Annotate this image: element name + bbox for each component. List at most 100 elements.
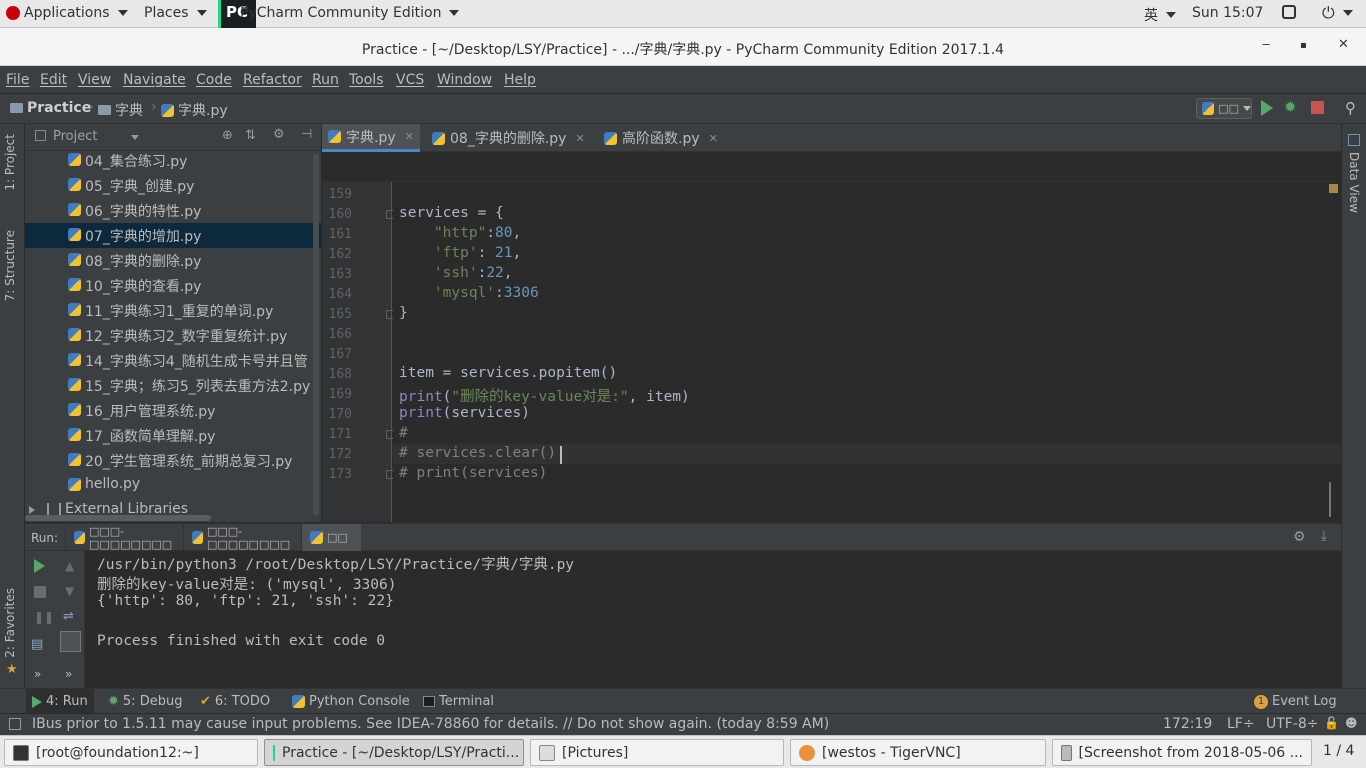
tree-file-item[interactable]: 12_字典练习2_数字重复统计.py [25, 323, 321, 348]
code-editor[interactable]: services = { "http":80, 'ftp': 21, 'ssh'… [393, 182, 1341, 522]
close-tab-icon[interactable]: ✕ [709, 132, 718, 145]
breadcrumb-folder[interactable]: 字典 [98, 100, 143, 120]
tree-file-item-selected[interactable]: 07_字典的增加.py [25, 223, 321, 248]
applications-menu[interactable]: Applications [6, 5, 128, 21]
rerun-icon[interactable] [34, 559, 45, 573]
horizontal-scrollbar[interactable] [25, 515, 211, 521]
tree-file-item[interactable]: 17_函数简单理解.py [25, 423, 321, 448]
editor-tab-active[interactable]: 字典.py ✕ [322, 124, 420, 152]
debug-icon[interactable]: ✹ [1284, 98, 1297, 116]
minimize-button[interactable]: ‒ [1262, 37, 1270, 52]
taskbar-item-pictures[interactable]: [Pictures] [530, 739, 784, 766]
menu-file[interactable]: File [6, 72, 29, 88]
inspector-icon[interactable]: ☻ [1345, 716, 1358, 730]
locate-icon[interactable]: ⊕ [222, 128, 233, 143]
menu-navigate[interactable]: Navigate [123, 72, 186, 88]
run-tab[interactable]: □□□-□□□□□□□□ [65, 524, 189, 551]
layout-icon[interactable]: ▤ [31, 637, 43, 652]
tree-file-item[interactable]: 15_字典；练习5_列表去重方法2.py [25, 373, 321, 398]
menu-vcs[interactable]: VCS [396, 72, 424, 88]
maximize-button[interactable]: ▪ [1300, 40, 1307, 51]
stop-icon[interactable] [34, 586, 46, 598]
print-icon[interactable] [60, 631, 81, 652]
run-icon[interactable] [1261, 100, 1273, 116]
chevron-down-icon[interactable] [131, 135, 139, 140]
hide-panel-icon[interactable]: ⤓ [1321, 529, 1327, 544]
tree-file-item[interactable]: 20_学生管理系统_前期总复习.py [25, 448, 321, 473]
editor-scrollbar[interactable] [1329, 482, 1339, 517]
menu-run[interactable]: Run [312, 72, 339, 88]
run-tool-tab[interactable]: 4: Run [26, 689, 94, 714]
project-panel-title[interactable]: Project [53, 129, 97, 144]
input-method-indicator[interactable]: 英 [1144, 5, 1176, 25]
tree-file-item[interactable]: 05_字典_创建.py [25, 173, 321, 198]
more-icon[interactable]: » [65, 667, 72, 681]
close-tab-icon[interactable]: ✕ [575, 132, 584, 145]
todo-tool-tab[interactable]: ✔ 6: TODO [200, 694, 270, 709]
tree-file-item[interactable]: 10_字典的查看.py [25, 273, 321, 298]
python-console-tool-tab[interactable]: Python Console [292, 694, 410, 709]
tree-file-item[interactable]: 04_集合练习.py [25, 148, 321, 173]
tree-file-item[interactable]: 16_用户管理系统.py [25, 398, 321, 423]
places-menu[interactable]: Places [144, 5, 207, 21]
favorites-tool-tab[interactable]: 2: Favorites [3, 588, 17, 658]
tree-file-item[interactable]: 08_字典的删除.py [25, 248, 321, 273]
taskbar-item-terminal[interactable]: [root@foundation12:~] [4, 739, 258, 766]
up-arrow-icon[interactable]: ▲ [65, 559, 74, 573]
stop-icon[interactable] [1311, 101, 1324, 114]
menu-code[interactable]: Code [196, 72, 232, 88]
menu-edit[interactable]: Edit [40, 72, 67, 88]
line-separator[interactable]: LF÷ [1227, 716, 1255, 732]
more-icon[interactable]: » [34, 667, 41, 681]
soft-wrap-icon[interactable]: ⇌ [63, 609, 74, 624]
structure-tool-tab[interactable]: 7: Structure [3, 230, 17, 301]
data-view-tool-tab[interactable]: Data View [1347, 152, 1361, 213]
file-encoding[interactable]: UTF-8÷ [1266, 716, 1319, 732]
event-log-tool-tab[interactable]: 1 Event Log [1254, 694, 1337, 709]
search-icon[interactable]: ⚲ [1345, 99, 1356, 117]
terminal-tool-tab[interactable]: Terminal [423, 694, 494, 709]
inspection-marker-icon[interactable] [1329, 184, 1338, 193]
breadcrumb-file[interactable]: 字典.py [161, 100, 228, 120]
collapse-icon[interactable]: ⇅ [245, 128, 256, 143]
close-tab-icon[interactable]: ✕ [405, 130, 414, 143]
menu-window[interactable]: Window [437, 72, 492, 88]
active-app-menu[interactable]: PyCharm Community Edition [240, 5, 460, 21]
close-button[interactable]: ✕ [1338, 37, 1349, 52]
status-message[interactable]: IBus prior to 1.5.11 may cause input pro… [32, 716, 829, 732]
tree-file-item[interactable]: hello.py [25, 473, 321, 498]
toggle-tool-windows-icon[interactable] [9, 718, 21, 730]
pause-icon[interactable]: ❚❚ [34, 610, 54, 624]
tree-file-item[interactable]: 14_字典练习4_随机生成卡号并且管 [25, 348, 321, 373]
tree-file-item[interactable]: 11_字典练习1_重复的单词.py [25, 298, 321, 323]
editor-tab[interactable]: 高阶函数.py ✕ [598, 124, 724, 152]
window-title-bar[interactable]: Practice - [~/Desktop/LSY/Practice] - ..… [0, 28, 1366, 66]
tree-file-item[interactable]: 06_字典的特性.py [25, 198, 321, 223]
project-tool-tab[interactable]: 1: Project [3, 134, 17, 191]
menu-refactor[interactable]: Refactor [243, 72, 302, 88]
caret-position[interactable]: 172:19 [1163, 716, 1212, 732]
gear-icon[interactable]: ⚙ [1293, 529, 1306, 545]
down-arrow-icon[interactable]: ▼ [65, 584, 74, 598]
gear-icon[interactable]: ⚙ [273, 127, 285, 142]
menu-help[interactable]: Help [504, 72, 536, 88]
vertical-scrollbar[interactable] [313, 154, 319, 516]
breadcrumb-project[interactable]: Practice [10, 100, 91, 116]
menu-tools[interactable]: Tools [349, 72, 384, 88]
taskbar-item-pycharm[interactable]: Practice - [~/Desktop/LSY/Practi... [264, 739, 524, 766]
run-console[interactable]: /usr/bin/python3 /root/Desktop/LSY/Pract… [85, 551, 1341, 688]
screen-icon[interactable] [1282, 5, 1296, 19]
taskbar-item-screenshot[interactable]: [Screenshot from 2018-05-06 ... [1052, 739, 1312, 766]
workspace-pager[interactable]: 1 / 4 [1323, 743, 1354, 759]
menu-view[interactable]: View [78, 72, 111, 88]
power-menu[interactable]: ⏻ [1322, 3, 1353, 23]
clock[interactable]: Sun 15:07 [1192, 5, 1263, 21]
debug-tool-tab[interactable]: ✹ 5: Debug [108, 694, 182, 709]
run-tab-active[interactable]: □□ [301, 524, 361, 551]
run-tab[interactable]: □□□-□□□□□□□□ [183, 524, 307, 551]
editor-tab[interactable]: 08_字典的删除.py ✕ [426, 124, 591, 152]
taskbar-item-vnc[interactable]: [westos - TigerVNC] [790, 739, 1046, 766]
hide-panel-icon[interactable]: ⊣ [301, 127, 312, 142]
lock-icon[interactable]: 🔓 [1324, 716, 1339, 730]
run-config-select[interactable]: □□ [1196, 98, 1252, 119]
